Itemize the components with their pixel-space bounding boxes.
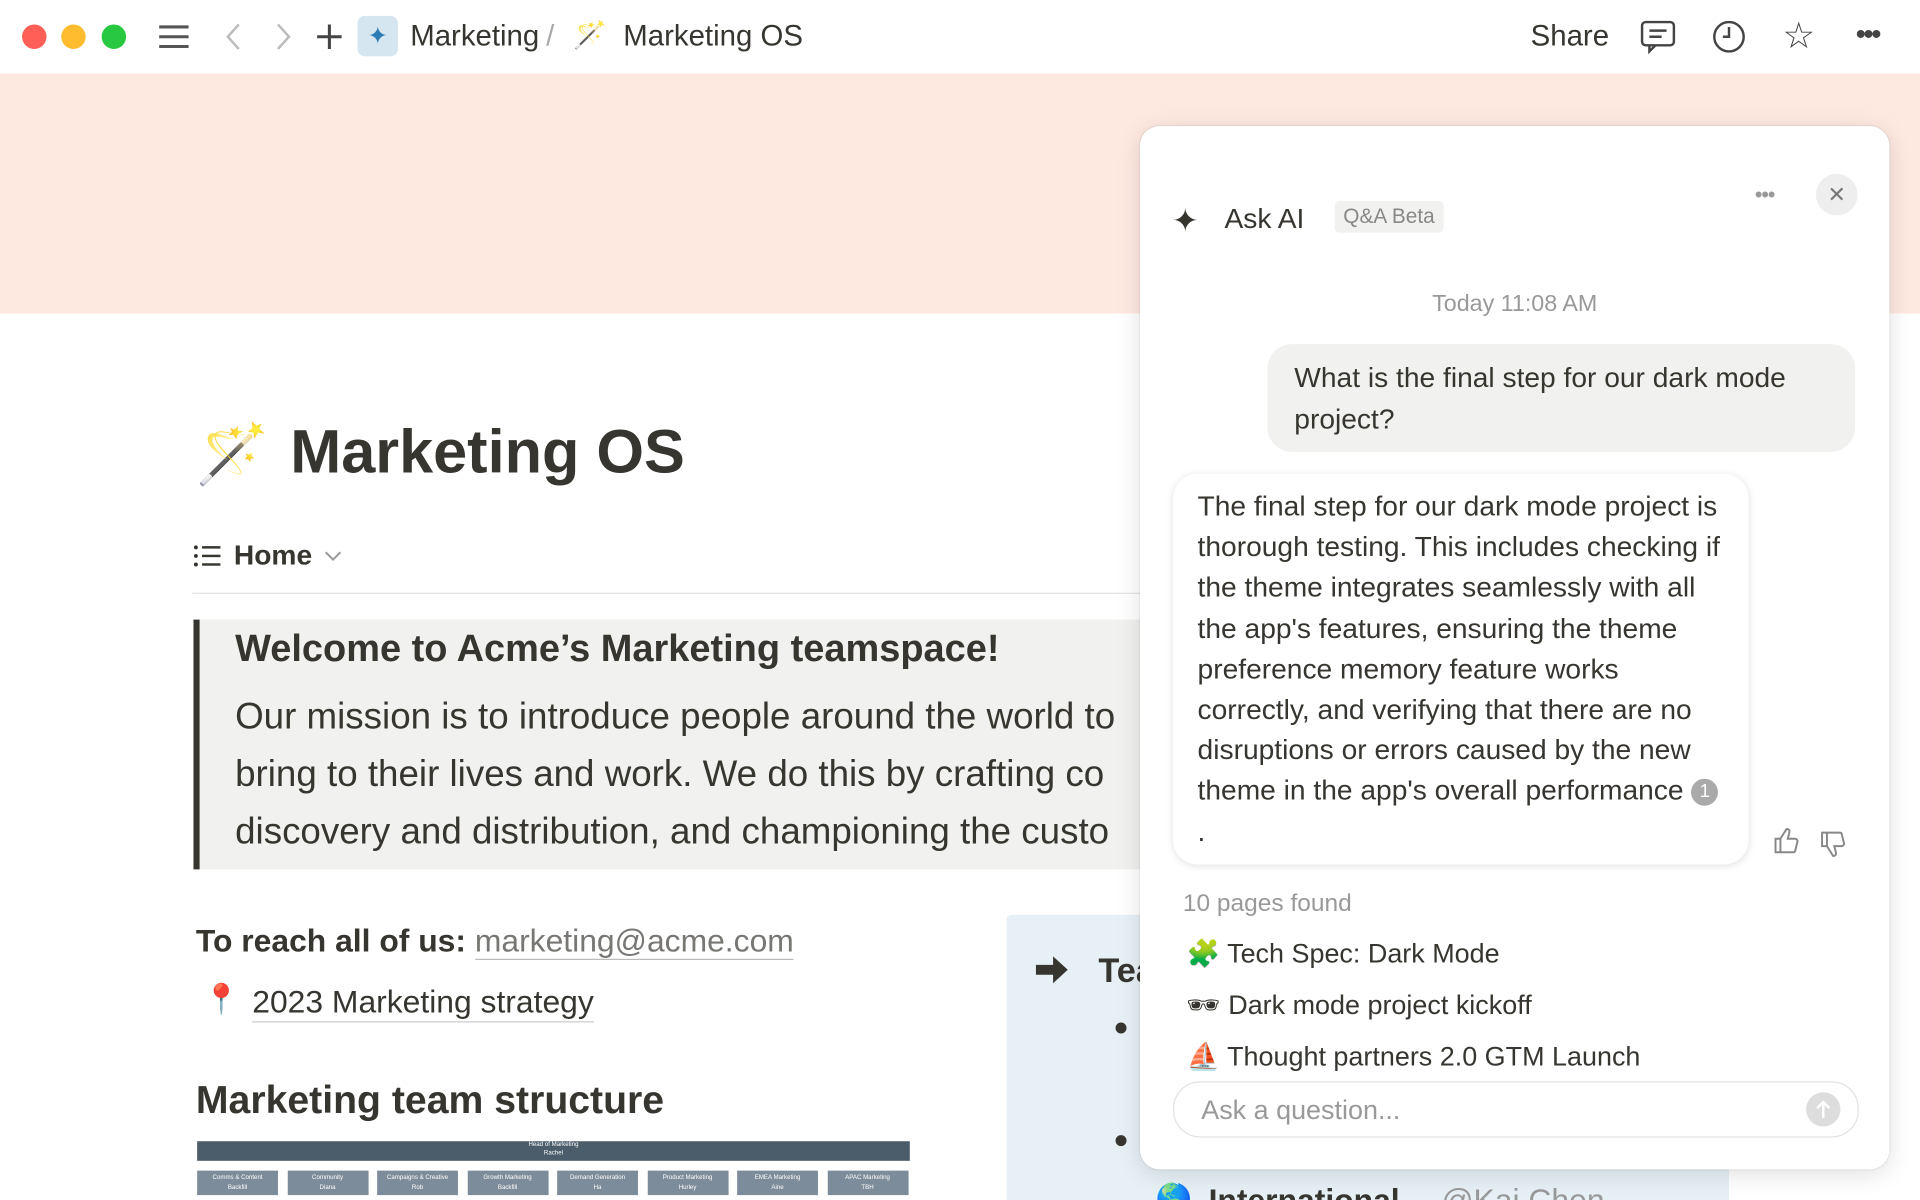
sailboat-icon: ⛵ bbox=[1186, 1040, 1221, 1072]
pages-found-label: 10 pages found bbox=[1182, 890, 1352, 918]
send-arrow-up-icon[interactable] bbox=[1806, 1092, 1841, 1127]
bullet bbox=[1115, 1022, 1127, 1034]
org-role: Demand Generation bbox=[569, 1174, 626, 1182]
org-team-box: Growth Marketing Backfill bbox=[467, 1170, 548, 1196]
org-name: Hurley bbox=[678, 1184, 697, 1192]
org-head-box: Head of Marketing Rachel bbox=[197, 1141, 910, 1161]
new-page-icon[interactable] bbox=[313, 20, 345, 54]
source-label: Tech Spec: Dark Mode bbox=[1227, 937, 1500, 969]
page-icon[interactable]: 🪄 bbox=[196, 419, 269, 489]
org-role: Comms & Content bbox=[212, 1174, 263, 1182]
puzzle-icon: 🧩 bbox=[1186, 937, 1221, 969]
org-name: Diana bbox=[319, 1184, 336, 1192]
answer-text: The final step for our dark mode project… bbox=[1197, 489, 1720, 807]
thumbs-down-icon[interactable] bbox=[1818, 829, 1847, 858]
panel-more-icon[interactable]: ••• bbox=[1755, 182, 1776, 208]
structure-heading: Marketing team structure bbox=[195, 1077, 665, 1122]
chevron-down-icon bbox=[324, 550, 341, 561]
callout-text: Our mission is to introduce people aroun… bbox=[235, 688, 1115, 861]
bullet bbox=[1115, 1135, 1127, 1147]
page-title[interactable]: Marketing OS bbox=[290, 416, 685, 487]
source-item[interactable]: 🧩 Tech Spec: Dark Mode bbox=[1187, 938, 1500, 970]
window-close-button[interactable] bbox=[22, 24, 47, 49]
ask-ai-panel: ✦ Ask AI Q&A Beta ••• ✕ Today 11:08 AM W… bbox=[1140, 126, 1890, 1170]
org-role: Growth Marketing bbox=[483, 1174, 532, 1182]
org-name: Ha bbox=[593, 1184, 602, 1192]
team-item[interactable]: International bbox=[1209, 1182, 1400, 1200]
ask-question-input[interactable]: Ask a question... bbox=[1173, 1081, 1859, 1138]
breadcrumb-marketing[interactable]: Marketing bbox=[410, 20, 539, 54]
org-role: Campaigns & Creative bbox=[386, 1174, 449, 1182]
share-button[interactable]: Share bbox=[1531, 20, 1609, 54]
window-minimize-button[interactable] bbox=[61, 24, 86, 49]
org-team-box: Community Diana bbox=[287, 1170, 368, 1196]
source-item[interactable]: ⛵ Thought partners 2.0 GTM Launch bbox=[1187, 1041, 1641, 1073]
top-bar: ✦ Marketing / 🪄 Marketing OS Share ☆ ••• bbox=[0, 0, 1920, 74]
input-placeholder: Ask a question... bbox=[1201, 1094, 1401, 1126]
favorite-star-icon[interactable]: ☆ bbox=[1778, 15, 1820, 57]
org-role: APAC Marketing bbox=[845, 1174, 890, 1182]
org-team-box: Comms & Content Backfill bbox=[197, 1170, 278, 1196]
citation-badge[interactable]: 1 bbox=[1691, 779, 1719, 807]
contact-email-link[interactable]: marketing@acme.com bbox=[474, 922, 794, 961]
window-zoom-button[interactable] bbox=[101, 24, 127, 49]
view-tab-label: Home bbox=[233, 538, 313, 571]
close-icon[interactable]: ✕ bbox=[1815, 173, 1858, 216]
thumbs-up-icon[interactable] bbox=[1772, 827, 1801, 856]
org-name: Rachel bbox=[543, 1149, 564, 1158]
callout-line: bring to their lives and work. We do thi… bbox=[235, 754, 1105, 795]
forward-icon[interactable] bbox=[272, 20, 296, 54]
callout-line: discovery and distribution, and champion… bbox=[235, 811, 1110, 853]
org-name: Rob bbox=[411, 1184, 424, 1192]
ai-sparkle-icon: ✦ bbox=[1171, 202, 1199, 239]
org-team-box: Demand Generation Ha bbox=[557, 1170, 638, 1196]
contact-label: To reach all of us: bbox=[195, 922, 466, 959]
sidebar-menu-icon[interactable] bbox=[157, 20, 191, 54]
org-name: Backfill bbox=[497, 1184, 518, 1192]
globe-icon: 🌎 bbox=[1155, 1182, 1193, 1200]
org-team-box: EMEA Marketing Aine bbox=[737, 1170, 818, 1196]
view-tab-home[interactable]: Home bbox=[192, 539, 341, 572]
source-label: Thought partners 2.0 GTM Launch bbox=[1227, 1040, 1641, 1072]
org-role: Community bbox=[312, 1174, 344, 1182]
org-team-box: Campaigns & Creative Rob bbox=[377, 1170, 458, 1196]
answer-end: . bbox=[1197, 815, 1206, 847]
org-name: Aine bbox=[771, 1184, 784, 1192]
sparkles-icon: ✦ bbox=[357, 15, 398, 57]
arrow-right-icon bbox=[1035, 956, 1068, 984]
callout-line: Our mission is to introduce people aroun… bbox=[235, 696, 1116, 738]
divider bbox=[192, 592, 1148, 594]
callout-heading: Welcome to Acme’s Marketing teamspace! bbox=[235, 626, 1000, 670]
org-name: TBH bbox=[861, 1184, 874, 1192]
more-options-icon[interactable]: ••• bbox=[1847, 17, 1889, 54]
back-icon[interactable] bbox=[220, 20, 244, 54]
org-role: Product Marketing bbox=[662, 1174, 713, 1182]
org-team-box: APAC Marketing TBH bbox=[827, 1170, 908, 1196]
source-item[interactable]: 🕶 Dark mode project kickoff bbox=[1187, 989, 1532, 1021]
pin-icon: 📍 bbox=[203, 983, 240, 1017]
magic-wand-icon: 🪄 bbox=[573, 19, 607, 51]
source-label: Dark mode project kickoff bbox=[1228, 989, 1532, 1021]
breadcrumb-separator: / bbox=[546, 19, 555, 53]
history-icon[interactable] bbox=[1709, 17, 1748, 56]
welcome-callout: Welcome to Acme’s Marketing teamspace! O… bbox=[193, 619, 1180, 870]
org-chart-image: Head of Marketing Rachel Comms & Content… bbox=[197, 1141, 910, 1200]
org-name: Backfill bbox=[227, 1184, 248, 1192]
strategy-link[interactable]: 2023 Marketing strategy bbox=[252, 983, 594, 1023]
panel-title: Ask AI bbox=[1224, 202, 1305, 234]
sunglasses-icon: 🕶 bbox=[1186, 989, 1221, 1021]
beta-badge: Q&A Beta bbox=[1334, 200, 1444, 233]
list-icon bbox=[193, 544, 221, 566]
user-question: What is the final step for our dark mode… bbox=[1267, 344, 1856, 452]
breadcrumb-marketing-os[interactable]: Marketing OS bbox=[623, 20, 803, 54]
mention[interactable]: @Kai Chen bbox=[1441, 1182, 1604, 1200]
org-role: Head of Marketing bbox=[528, 1141, 579, 1149]
ai-answer: The final step for our dark mode project… bbox=[1173, 473, 1749, 865]
org-team-box: Product Marketing Hurley bbox=[647, 1170, 728, 1196]
timestamp: Today 11:08 AM bbox=[1432, 291, 1598, 318]
contact-line: To reach all of us: marketing@acme.com bbox=[195, 922, 794, 961]
comments-icon[interactable] bbox=[1638, 17, 1677, 56]
org-role: EMEA Marketing bbox=[754, 1174, 801, 1182]
